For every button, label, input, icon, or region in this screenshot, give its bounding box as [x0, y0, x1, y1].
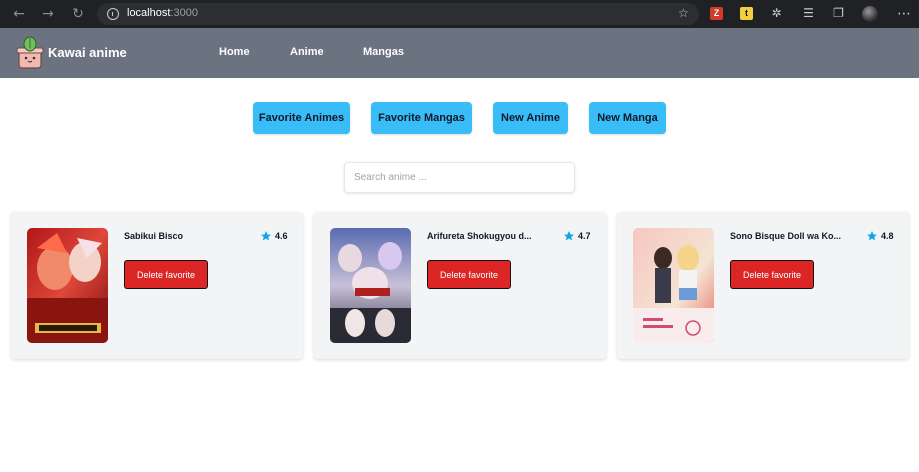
- anime-card: Sono Bisque Doll wa Ko... 4.8 Delete fav…: [617, 212, 909, 359]
- delete-favorite-button[interactable]: Delete favorite: [730, 260, 814, 289]
- address-bar[interactable]: localhost:3000: [97, 3, 699, 25]
- extension-icon[interactable]: t: [740, 7, 753, 20]
- favorite-animes-button[interactable]: Favorite Animes: [253, 102, 350, 134]
- more-menu-icon[interactable]: ⋯: [897, 5, 911, 23]
- favorites-list-icon[interactable]: ☰: [801, 6, 816, 21]
- back-arrow-icon[interactable]: ←: [11, 6, 27, 22]
- logo-icon[interactable]: [16, 36, 44, 70]
- delete-favorite-button[interactable]: Delete favorite: [427, 260, 511, 289]
- card-title[interactable]: Sono Bisque Doll wa Ko...: [730, 231, 846, 241]
- app-header: Kawai anime Home Anime Mangas: [0, 28, 919, 78]
- nav-home[interactable]: Home: [219, 46, 250, 58]
- new-anime-button[interactable]: New Anime: [493, 102, 568, 134]
- anime-card: Sabikui Bisco 4.6 Delete favorite: [11, 212, 303, 359]
- nav-anime[interactable]: Anime: [290, 46, 324, 58]
- star-icon: [564, 231, 574, 241]
- new-manga-button[interactable]: New Manga: [589, 102, 666, 134]
- poster-image[interactable]: [330, 228, 411, 343]
- extensions-icon[interactable]: ✲: [769, 6, 784, 21]
- info-icon[interactable]: [107, 8, 119, 20]
- refresh-icon[interactable]: ↻: [70, 6, 86, 22]
- collections-icon[interactable]: ❐: [831, 6, 846, 21]
- poster-image[interactable]: [633, 228, 714, 343]
- brand-name[interactable]: Kawai anime: [48, 45, 127, 60]
- extension-icon[interactable]: Z: [710, 7, 723, 20]
- poster-image[interactable]: [27, 228, 108, 343]
- rating: 4.6: [260, 230, 288, 242]
- rating: 4.8: [866, 230, 894, 242]
- rating-value: 4.7: [578, 231, 591, 241]
- favorite-mangas-button[interactable]: Favorite Mangas: [371, 102, 472, 134]
- delete-favorite-button[interactable]: Delete favorite: [124, 260, 208, 289]
- search-input[interactable]: [344, 162, 575, 193]
- browser-toolbar: ← → ↻ localhost:3000 ☆ Z t ✲ ☰ ❐ ⋯: [0, 0, 919, 28]
- star-icon: [867, 231, 877, 241]
- forward-arrow-icon[interactable]: →: [40, 6, 56, 22]
- anime-card: Arifureta Shokugyou d... 4.7 Delete favo…: [314, 212, 606, 359]
- favorite-star-icon[interactable]: ☆: [678, 6, 692, 20]
- nav-mangas[interactable]: Mangas: [363, 46, 404, 58]
- rating-value: 4.8: [881, 231, 894, 241]
- url-text[interactable]: localhost:3000: [127, 7, 198, 19]
- card-title[interactable]: Sabikui Bisco: [124, 231, 240, 241]
- star-icon: [261, 231, 271, 241]
- profile-avatar[interactable]: [862, 6, 878, 22]
- rating: 4.7: [563, 230, 591, 242]
- card-title[interactable]: Arifureta Shokugyou d...: [427, 231, 543, 241]
- rating-value: 4.6: [275, 231, 288, 241]
